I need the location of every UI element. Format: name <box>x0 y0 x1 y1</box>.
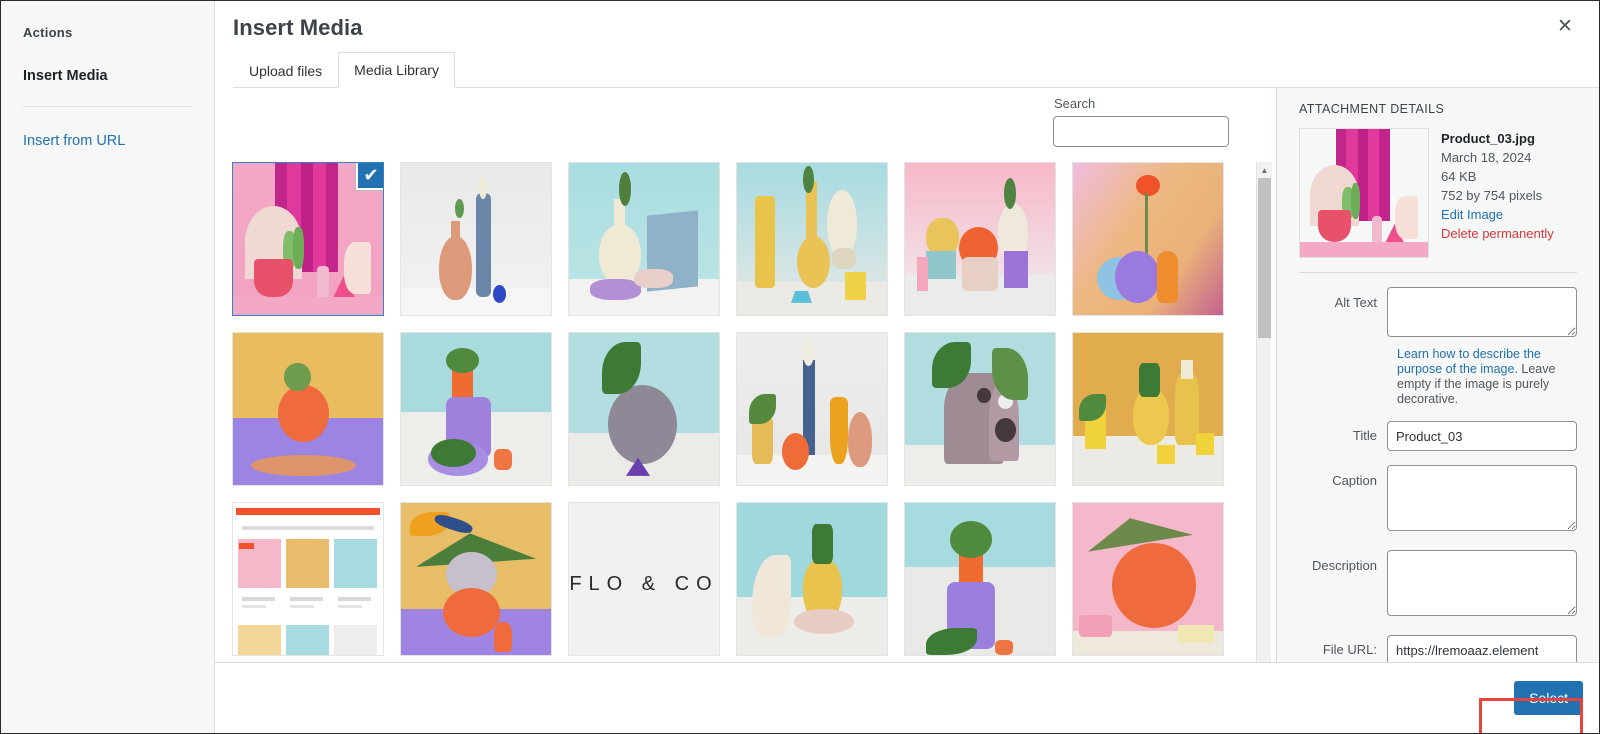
file-url-label: File URL: <box>1322 642 1377 657</box>
search-input[interactable] <box>1053 116 1229 147</box>
file-url-field[interactable] <box>1387 635 1577 665</box>
media-thumbnail[interactable] <box>400 332 552 486</box>
sidebar-divider <box>23 106 192 107</box>
media-thumbnail-image <box>1073 333 1223 485</box>
media-thumbnail-image <box>737 333 887 485</box>
attachment-dimensions: 752 by 754 pixels <box>1441 188 1543 203</box>
media-thumbnail[interactable] <box>568 332 720 486</box>
tab-media-library[interactable]: Media Library <box>338 52 455 88</box>
alt-text-label: Alt Text <box>1334 295 1377 310</box>
modal-footer: Select <box>215 662 1599 733</box>
modal-body: Actions Insert Media Insert from URL Ins… <box>1 1 1599 733</box>
media-thumbnail-image <box>401 333 551 485</box>
description-label: Description <box>1311 558 1377 573</box>
attachment-date: March 18, 2024 <box>1441 150 1532 165</box>
media-thumbnail-image <box>737 503 887 655</box>
media-thumbnail[interactable] <box>400 502 552 656</box>
attachment-meta: Product_03.jpg March 18, 2024 64 KB 752 … <box>1441 128 1554 258</box>
select-button[interactable]: Select <box>1514 681 1583 715</box>
attachment-filesize: 64 KB <box>1441 169 1477 184</box>
media-thumbnail[interactable] <box>736 332 888 486</box>
media-thumbnail[interactable] <box>232 332 384 486</box>
actions-sidebar: Actions Insert Media Insert from URL <box>1 1 215 733</box>
attachments-pane: Search ✔ FLO & CO ▲ ▼ <box>215 88 1276 733</box>
alt-text-field[interactable] <box>1387 287 1577 337</box>
alt-text-help: Learn how to describe the purpose of the… <box>1397 347 1577 407</box>
media-thumbnail-image <box>1073 163 1223 315</box>
media-thumbnail[interactable] <box>1072 332 1224 486</box>
media-thumbnail-image <box>401 163 551 315</box>
modal-header: Insert Media ✕ Upload files Media Librar… <box>215 1 1599 88</box>
title-row: Title <box>1299 421 1577 451</box>
sidebar-item-insert-media[interactable]: Insert Media <box>23 68 192 84</box>
media-thumbnail[interactable] <box>736 502 888 656</box>
delete-permanently-link[interactable]: Delete permanently <box>1441 224 1554 243</box>
edit-image-link[interactable]: Edit Image <box>1441 205 1554 224</box>
caption-row: Caption <box>1299 465 1577 536</box>
caption-field[interactable] <box>1387 465 1577 531</box>
search-group: Search <box>1053 96 1229 147</box>
media-thumbnail-image <box>233 333 383 485</box>
attachment-filename: Product_03.jpg <box>1441 131 1535 146</box>
scrollbar-thumb[interactable] <box>1258 178 1271 338</box>
media-thumbnail-image <box>905 333 1055 485</box>
media-thumbnail[interactable] <box>400 162 552 316</box>
page-title: Insert Media <box>233 15 363 40</box>
alt-text-row: Alt Text <box>1299 287 1577 342</box>
scroll-up-arrow-icon[interactable]: ▲ <box>1257 162 1272 178</box>
media-thumbnail[interactable] <box>1072 162 1224 316</box>
media-thumbnail[interactable]: FLO & CO <box>568 502 720 656</box>
media-thumbnail[interactable] <box>904 502 1056 656</box>
media-thumbnail-image <box>569 333 719 485</box>
media-thumbnail-image <box>233 503 383 655</box>
media-thumbnail[interactable] <box>904 162 1056 316</box>
attachments-grid: ✔ FLO & CO <box>232 162 1242 656</box>
sidebar-heading: Actions <box>23 25 73 40</box>
close-icon[interactable]: ✕ <box>1549 11 1581 43</box>
thumbnail-text: FLO & CO <box>569 572 719 595</box>
search-label: Search <box>1054 96 1096 111</box>
sidebar-item-insert-from-url[interactable]: Insert from URL <box>23 133 192 149</box>
media-thumbnail[interactable] <box>904 332 1056 486</box>
media-thumbnail[interactable] <box>736 162 888 316</box>
attachment-details-panel: ATTACHMENT DETAILS Product_03.jpg March … <box>1276 88 1599 733</box>
tab-upload-files[interactable]: Upload files <box>233 53 338 88</box>
title-field[interactable] <box>1387 421 1577 451</box>
media-toolbar: Search <box>215 88 1276 162</box>
modal-content: Insert Media ✕ Upload files Media Librar… <box>215 1 1599 733</box>
grid-scrollbar[interactable]: ▲ ▼ <box>1256 162 1272 733</box>
details-divider <box>1299 272 1577 273</box>
media-thumbnail-image <box>569 163 719 315</box>
attachment-details-summary: Product_03.jpg March 18, 2024 64 KB 752 … <box>1299 128 1577 258</box>
caption-label: Caption <box>1332 473 1377 488</box>
attachment-preview-thumbnail <box>1299 128 1429 258</box>
attachments-scroll-container: ✔ FLO & CO <box>215 162 1276 733</box>
insert-media-modal: Actions Insert Media Insert from URL Ins… <box>0 0 1600 734</box>
media-thumbnail-selected[interactable]: ✔ <box>232 162 384 316</box>
media-browse-area: Search ✔FLO & CO ▲ ▼ ATTACHM <box>215 88 1599 733</box>
media-thumbnail-image <box>401 503 551 655</box>
title-label: Title <box>1352 428 1377 443</box>
media-thumbnail-image <box>905 163 1055 315</box>
media-thumbnail-image <box>1073 503 1223 655</box>
media-thumbnail-image <box>905 503 1055 655</box>
description-field[interactable] <box>1387 550 1577 616</box>
checkmark-icon[interactable]: ✔ <box>356 163 383 190</box>
file-url-row: File URL: <box>1299 635 1577 665</box>
media-thumbnail[interactable] <box>568 162 720 316</box>
media-thumbnail[interactable] <box>232 502 384 656</box>
select-button-wrap: Select <box>1479 681 1583 733</box>
media-router-tabs: Upload files Media Library <box>233 52 1599 88</box>
media-thumbnail-image: FLO & CO <box>569 503 719 655</box>
media-thumbnail-image <box>737 163 887 315</box>
attachment-details-heading: ATTACHMENT DETAILS <box>1299 102 1445 116</box>
media-thumbnail[interactable] <box>1072 502 1224 656</box>
description-row: Description <box>1299 550 1577 621</box>
